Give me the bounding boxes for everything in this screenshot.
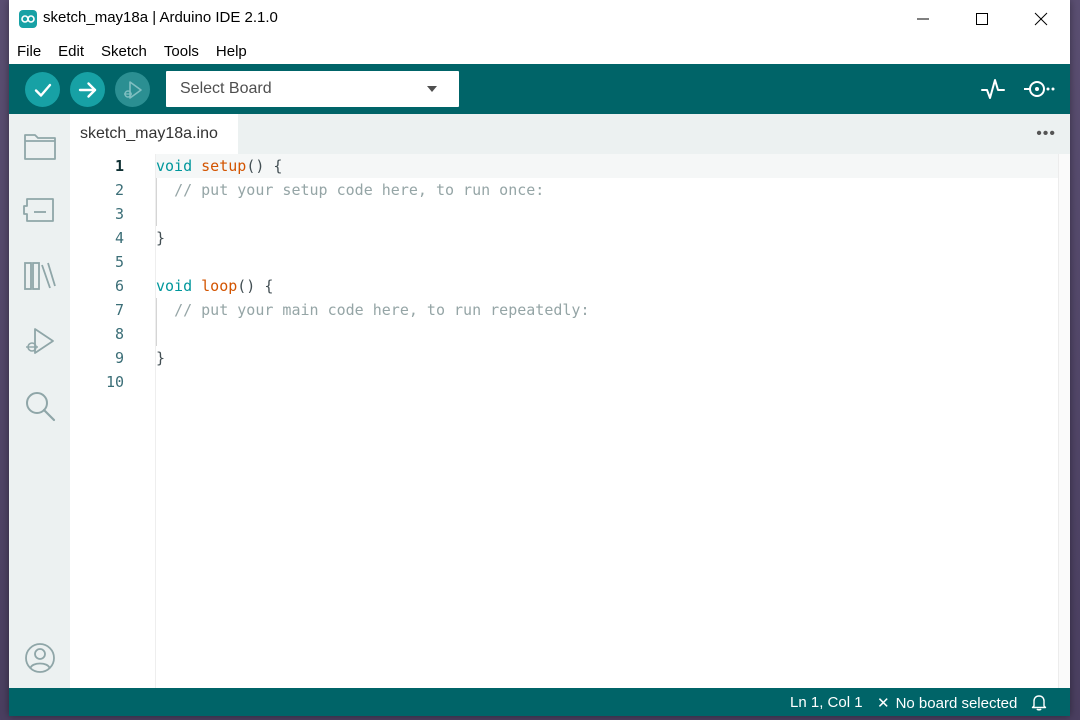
sketchbook-folder-icon[interactable] xyxy=(22,128,58,164)
line-number: 7 xyxy=(114,301,124,319)
menu-tools[interactable]: Tools xyxy=(164,43,199,60)
keyword: void xyxy=(156,277,193,295)
close-button[interactable] xyxy=(1011,0,1070,38)
search-icon[interactable] xyxy=(22,388,58,424)
code-line: 5 xyxy=(70,250,1070,274)
line-number: 5 xyxy=(114,253,124,271)
minimize-button[interactable] xyxy=(893,0,953,38)
function-name: setup xyxy=(201,157,247,175)
code-line: 1 void setup() { xyxy=(70,154,1070,178)
menu-sketch[interactable]: Sketch xyxy=(101,43,147,60)
status-bar: Ln 1, Col 1 ✕ No board selected xyxy=(9,688,1070,716)
serial-plotter-button[interactable] xyxy=(980,76,1006,102)
code-line: 10 xyxy=(70,370,1070,394)
line-number: 3 xyxy=(114,205,124,223)
code-punct: () { xyxy=(246,157,283,175)
code-line: 6 void loop() { xyxy=(70,274,1070,298)
line-number: 1 xyxy=(114,157,124,175)
line-number: 8 xyxy=(114,325,124,343)
editor-scrollbar[interactable] xyxy=(1058,154,1070,688)
upload-button[interactable] xyxy=(70,72,105,107)
boards-manager-icon[interactable] xyxy=(22,192,58,228)
code-line: 4 } xyxy=(70,226,1070,250)
checkmark-icon xyxy=(34,83,51,97)
chevron-down-icon xyxy=(427,86,437,92)
board-status[interactable]: ✕ No board selected xyxy=(877,694,1017,712)
line-number: 10 xyxy=(105,373,124,391)
code-punct: } xyxy=(156,229,166,247)
line-number: 6 xyxy=(114,277,124,295)
debug-sidebar-icon[interactable] xyxy=(22,324,58,360)
toolbar: Select Board xyxy=(9,64,1070,114)
serial-monitor-icon xyxy=(1024,81,1055,97)
maximize-button[interactable] xyxy=(952,0,1012,38)
code-line: 9 } xyxy=(70,346,1070,370)
code-editor[interactable]: 1 void setup() { 2 // put your setup cod… xyxy=(70,154,1070,688)
user-account-icon[interactable] xyxy=(22,640,58,676)
serial-plotter-icon xyxy=(981,79,1005,99)
code-line: 8 xyxy=(70,322,1070,346)
editor-tab-bar: sketch_may18a.ino ••• xyxy=(70,114,1070,154)
maximize-icon xyxy=(976,13,988,25)
line-number: 2 xyxy=(114,181,124,199)
gutter-divider xyxy=(155,154,156,688)
keyword: void xyxy=(156,157,193,175)
board-status-label: No board selected xyxy=(895,695,1018,712)
close-icon xyxy=(1034,12,1048,26)
window-title: sketch_may18a | Arduino IDE 2.1.0 xyxy=(43,9,278,26)
code-line: 2 // put your setup code here, to run on… xyxy=(70,178,1070,202)
notifications-button[interactable] xyxy=(1031,693,1047,715)
menu-help[interactable]: Help xyxy=(216,43,247,60)
serial-monitor-button[interactable] xyxy=(1022,76,1056,102)
close-icon: ✕ xyxy=(877,695,890,712)
board-selector[interactable]: Select Board xyxy=(166,71,459,107)
title-bar: sketch_may18a | Arduino IDE 2.1.0 xyxy=(9,0,1070,38)
code-punct: () { xyxy=(237,277,274,295)
tab-label: sketch_may18a.ino xyxy=(80,125,218,142)
code-line: 3 xyxy=(70,202,1070,226)
code-punct: } xyxy=(156,349,166,367)
code-line: 7 // put your main code here, to run rep… xyxy=(70,298,1070,322)
arrow-right-icon xyxy=(78,81,96,98)
debug-icon xyxy=(123,80,142,99)
code-comment: // put your main code here, to run repea… xyxy=(174,301,590,319)
function-name: loop xyxy=(201,277,238,295)
line-number: 4 xyxy=(114,229,124,247)
code-comment: // put your setup code here, to run once… xyxy=(174,181,545,199)
minimize-icon xyxy=(917,18,929,20)
tab-sketch-file[interactable]: sketch_may18a.ino xyxy=(70,114,238,154)
debug-button[interactable] xyxy=(115,72,150,107)
line-number: 9 xyxy=(114,349,124,367)
library-manager-icon[interactable] xyxy=(22,258,58,294)
bell-icon xyxy=(1031,695,1047,711)
activity-sidebar xyxy=(9,114,70,688)
menu-file[interactable]: File xyxy=(17,43,41,60)
verify-button[interactable] xyxy=(25,72,60,107)
arduino-logo-icon xyxy=(19,10,37,28)
menu-bar: File Edit Sketch Tools Help xyxy=(9,38,1070,64)
more-actions-icon[interactable]: ••• xyxy=(1036,125,1056,143)
arduino-ide-window: sketch_may18a | Arduino IDE 2.1.0 File E… xyxy=(9,0,1070,716)
cursor-position[interactable]: Ln 1, Col 1 xyxy=(790,694,863,711)
board-selector-label: Select Board xyxy=(180,80,272,97)
menu-edit[interactable]: Edit xyxy=(58,43,84,60)
